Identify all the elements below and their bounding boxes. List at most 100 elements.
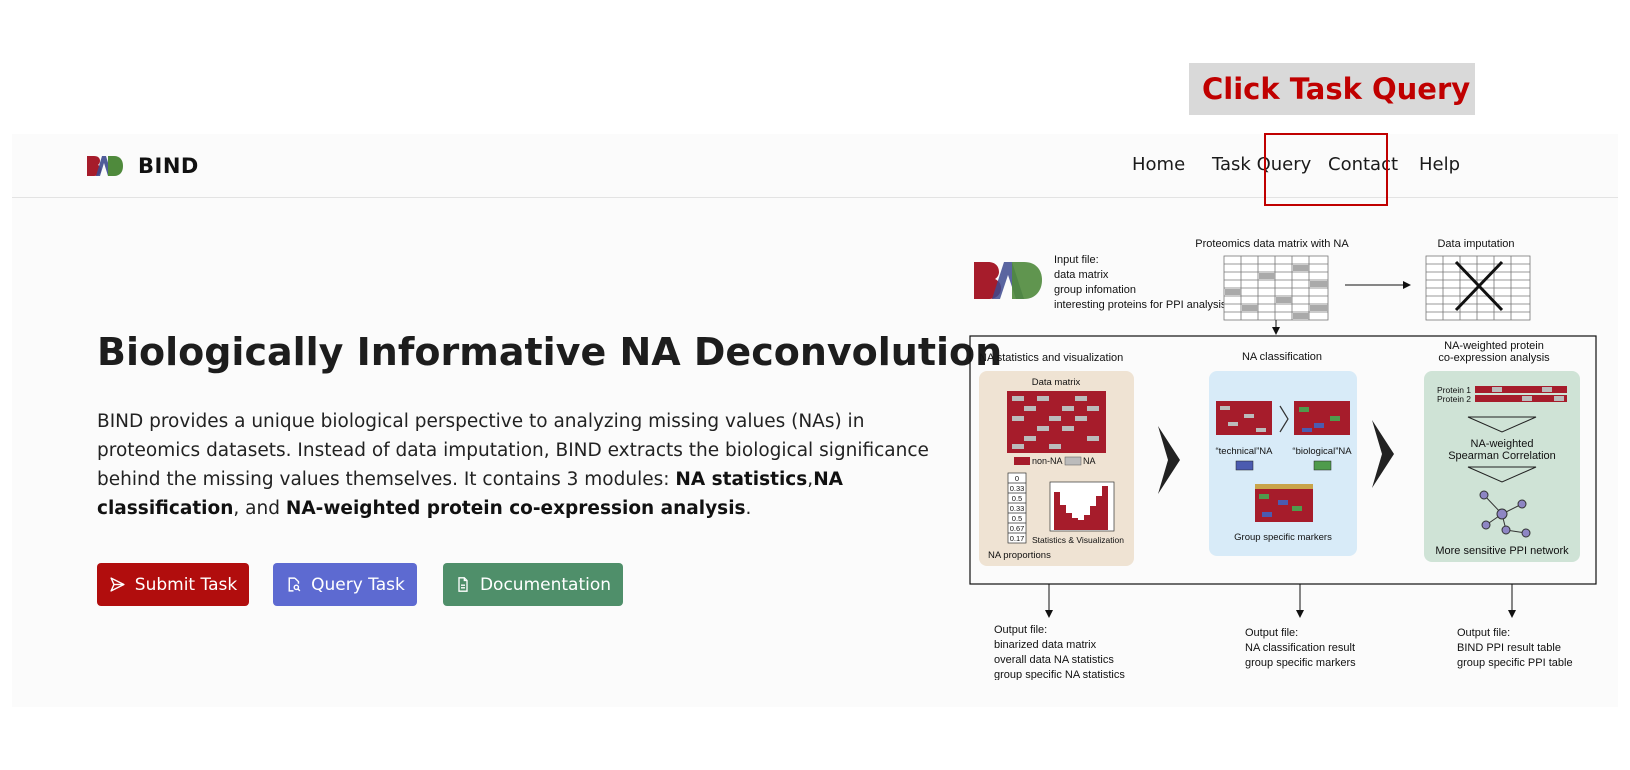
chevron-right-icon bbox=[1372, 420, 1394, 488]
diagram-shape bbox=[1293, 313, 1309, 319]
brand[interactable]: BIND bbox=[86, 154, 199, 178]
proportions-label: NA proportions bbox=[988, 550, 1051, 561]
navbar: BIND Home Task Query Contact Help bbox=[12, 133, 1618, 206]
module-na-weighted: NA-weighted protein co-expression analys… bbox=[285, 498, 746, 519]
markers-label: Group specific markers bbox=[1234, 532, 1332, 543]
diagram-shape bbox=[1330, 416, 1340, 421]
technical-label: “technical”NA bbox=[1215, 446, 1273, 457]
document-icon bbox=[458, 577, 468, 592]
diagram-shape bbox=[1517, 499, 1527, 509]
data-matrix-label: Data matrix bbox=[1032, 377, 1081, 388]
module-na-statistics: NA statistics bbox=[675, 469, 808, 490]
input-file-label: Input file: bbox=[1054, 254, 1099, 266]
output-item: BIND PPI result table bbox=[1457, 642, 1561, 654]
hero-description: BIND provides a unique biological perspe… bbox=[97, 407, 942, 523]
input-item: interesting proteins for PPI analysis bbox=[1054, 299, 1227, 311]
module3-title-2: co-expression analysis bbox=[1438, 352, 1550, 364]
ppi-label: More sensitive PPI network bbox=[1435, 545, 1569, 557]
diagram-shape bbox=[1037, 426, 1049, 431]
diagram-shape bbox=[1012, 444, 1024, 449]
output-item: group specific PPI table bbox=[1457, 657, 1573, 669]
histogram bbox=[1049, 481, 1115, 532]
hero-title: Biologically Informative NA Deconvolutio… bbox=[97, 330, 1003, 374]
output-item: overall data NA statistics bbox=[994, 654, 1114, 666]
diagram-shape bbox=[1314, 423, 1324, 428]
submit-task-button[interactable]: Submit Task bbox=[97, 563, 249, 606]
imputation-title: Data imputation bbox=[1437, 238, 1514, 250]
stats-label: Statistics & Visualization bbox=[1032, 535, 1124, 545]
diagram-shape bbox=[1037, 396, 1049, 401]
diagram-shape bbox=[1496, 508, 1508, 520]
documentation-label: Documentation bbox=[479, 574, 612, 595]
diagram-shape bbox=[1225, 289, 1241, 295]
diagram-shape bbox=[1310, 281, 1328, 287]
diagram-shape bbox=[1302, 428, 1312, 432]
module2-title: NA classification bbox=[1242, 351, 1322, 363]
page-frame: BIND Home Task Query Contact Help Biolog… bbox=[12, 133, 1618, 707]
nav-home[interactable]: Home bbox=[1132, 154, 1185, 175]
matrix-title: Proteomics data matrix with NA bbox=[1195, 238, 1349, 250]
diagram-shape bbox=[1310, 305, 1328, 311]
diagram-shape: 0.33 bbox=[1010, 484, 1025, 493]
diagram-shape bbox=[1244, 414, 1254, 418]
diagram-logo-icon bbox=[974, 262, 1042, 299]
hero-desc-end: . bbox=[745, 498, 752, 519]
diagram-shape bbox=[1012, 262, 1042, 299]
brand-name: BIND bbox=[138, 154, 199, 178]
diagram-shape bbox=[1276, 297, 1292, 303]
hero-desc-sep: , and bbox=[233, 498, 286, 519]
diagram-shape bbox=[1522, 396, 1532, 401]
module2-panel bbox=[1209, 371, 1357, 556]
diagram-shape bbox=[1259, 273, 1275, 279]
diagram-shape bbox=[1262, 512, 1272, 517]
query-task-button[interactable]: Query Task bbox=[273, 563, 417, 606]
technical-matrix bbox=[1216, 401, 1272, 435]
input-item: data matrix bbox=[1054, 269, 1109, 281]
output-label: Output file: bbox=[1457, 627, 1510, 639]
diagram-shape bbox=[1014, 457, 1030, 465]
diagram-shape bbox=[1049, 444, 1061, 449]
diagram-shape bbox=[1049, 416, 1061, 421]
diagram-shape bbox=[1087, 436, 1099, 441]
diagram-shape bbox=[1062, 426, 1074, 431]
diagram-shape bbox=[1075, 416, 1087, 421]
diagram-shape: 0.33 bbox=[1010, 504, 1025, 513]
diagram-shape bbox=[1292, 506, 1302, 511]
biological-matrix bbox=[1294, 401, 1350, 435]
submit-task-label: Submit Task bbox=[134, 574, 238, 595]
diagram-shape bbox=[1256, 428, 1266, 432]
task-query-highlight bbox=[1264, 133, 1388, 206]
annotation-callout: Click Task Query bbox=[1189, 63, 1475, 115]
diagram-shape bbox=[1475, 395, 1567, 402]
diagram-shape bbox=[1259, 494, 1269, 499]
diagram-shape bbox=[1542, 387, 1552, 392]
diagram-shape bbox=[1479, 490, 1489, 500]
diagram-shape bbox=[1554, 396, 1564, 401]
documentation-button[interactable]: Documentation bbox=[443, 563, 623, 606]
diagram-shape bbox=[1492, 387, 1502, 392]
diagram-shape bbox=[1024, 406, 1036, 411]
diagram-shape bbox=[1242, 305, 1258, 311]
output-label: Output file: bbox=[994, 624, 1047, 636]
diagram-shape bbox=[1024, 436, 1036, 441]
diagram-shape bbox=[1228, 422, 1238, 426]
legend-na: NA bbox=[1083, 456, 1096, 466]
diagram-shape: 0.67 bbox=[1010, 524, 1025, 533]
chevron-right-icon bbox=[1158, 426, 1180, 494]
diagram-shape: 0.5 bbox=[1012, 514, 1022, 523]
nav-help[interactable]: Help bbox=[1419, 154, 1460, 175]
diagram-shape bbox=[1481, 520, 1491, 530]
diagram-shape: 0.17 bbox=[1010, 534, 1025, 543]
na-data-matrix bbox=[1223, 255, 1329, 321]
spearman-label-2: Spearman Correlation bbox=[1448, 450, 1556, 462]
diagram-shape bbox=[1012, 416, 1024, 421]
input-item: group infomation bbox=[1054, 284, 1136, 296]
diagram-shape bbox=[1087, 406, 1099, 411]
workflow-diagram: Input file: data matrix group infomation… bbox=[969, 238, 1597, 680]
output-item: binarized data matrix bbox=[994, 639, 1097, 651]
diagram-shape bbox=[1075, 396, 1087, 401]
proportions-column: 0 0.33 0.5 0.33 0.5 0.67 0.17 bbox=[1007, 472, 1027, 544]
diagram-shape: 0 bbox=[1015, 474, 1019, 483]
diagram-shape bbox=[1220, 406, 1230, 410]
binary-matrix bbox=[1007, 391, 1106, 453]
